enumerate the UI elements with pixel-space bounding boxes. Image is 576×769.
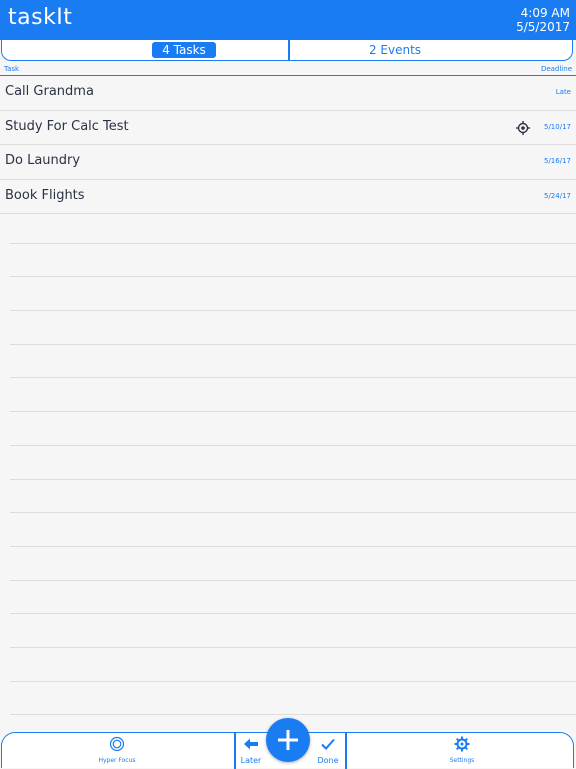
toolbar-divider — [234, 733, 236, 769]
clock: 4:09 AM 5/5/2017 — [516, 6, 570, 34]
task-row[interactable]: Call Grandma Late — [0, 76, 576, 111]
later-arrow-icon — [244, 738, 258, 750]
empty-row — [10, 614, 576, 648]
gear-icon — [454, 736, 470, 752]
task-title: Call Grandma — [5, 84, 94, 99]
done-label: Done — [317, 756, 339, 765]
empty-row — [10, 210, 576, 244]
empty-row — [10, 682, 576, 716]
segment-divider — [288, 40, 290, 60]
empty-row — [10, 244, 576, 278]
task-row[interactable]: Study For Calc Test 5/10/17 — [0, 111, 576, 146]
clock-date: 5/5/2017 — [516, 20, 570, 34]
task-deadline: 5/10/17 — [544, 122, 571, 131]
task-title: Study For Calc Test — [5, 118, 129, 134]
task-deadline: 5/16/17 — [544, 157, 571, 166]
column-header-task: Task — [4, 65, 20, 73]
empty-row — [10, 345, 576, 379]
empty-row — [10, 513, 576, 547]
done-check-icon — [321, 738, 335, 750]
empty-rows — [10, 210, 576, 716]
empty-row — [10, 277, 576, 312]
empty-row — [10, 412, 576, 446]
task-title: Do Laundry — [5, 153, 81, 169]
done-button[interactable]: Done — [315, 736, 341, 765]
app-title: taskIt — [8, 5, 73, 30]
target-icon — [516, 120, 530, 135]
empty-row — [10, 446, 576, 480]
column-header-deadline: Deadline — [540, 65, 572, 73]
settings-button[interactable]: Settings — [442, 736, 482, 764]
add-icon — [278, 730, 298, 750]
task-row[interactable]: Do Laundry 5/16/17 — [0, 145, 576, 180]
empty-row — [10, 648, 576, 682]
settings-label: Settings — [449, 757, 475, 764]
hyper-focus-icon — [109, 736, 125, 752]
hyper-focus-button[interactable]: Hyper Focus — [88, 736, 146, 764]
later-button[interactable]: Later — [238, 736, 264, 765]
task-list: Call Grandma Late Study For Calc Test 5/… — [0, 76, 576, 215]
empty-row — [10, 581, 576, 615]
task-deadline: Late — [555, 88, 571, 96]
later-label: Later — [240, 756, 262, 765]
tab-events[interactable]: 2 Events — [292, 42, 498, 58]
toolbar-divider — [345, 733, 347, 769]
add-task-button[interactable] — [266, 718, 310, 762]
hyper-focus-label: Hyper Focus — [98, 757, 136, 764]
app-header: taskIt 4:09 AM 5/5/2017 — [0, 0, 576, 40]
empty-row — [10, 547, 576, 581]
empty-row — [10, 311, 576, 345]
clock-time: 4:09 AM — [520, 6, 570, 20]
tab-tasks[interactable]: 4 Tasks — [152, 42, 216, 58]
task-deadline: 5/24/17 — [544, 191, 571, 200]
task-title: Book Flights — [5, 187, 85, 203]
empty-row — [10, 480, 576, 514]
segmented-control: 4 Tasks 2 Events — [1, 40, 573, 61]
empty-row — [10, 378, 576, 413]
